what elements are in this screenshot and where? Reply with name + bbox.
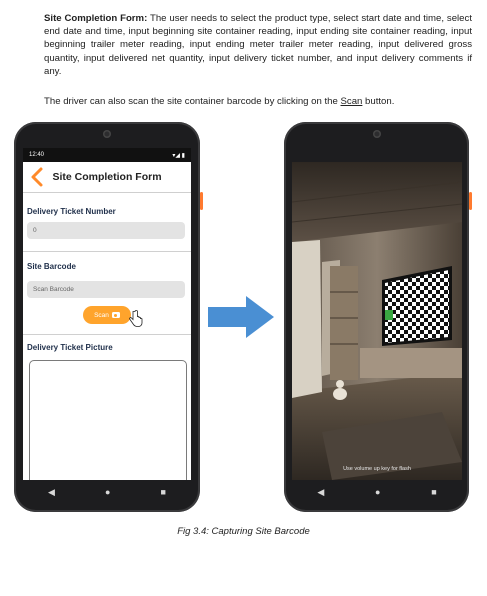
phone-camera-icon [103,130,111,138]
divider [23,334,191,335]
ticket-number-label: Delivery Ticket Number [27,207,116,216]
power-button [469,192,472,210]
app-bar: Site Completion Form [23,162,191,193]
phone-camera-mockup: Use volume up key for flash ◀ ● ■ [284,122,472,512]
figure-caption: Fig 3.4: Capturing Site Barcode [177,526,310,537]
scan-note-before: The driver can also scan the site contai… [44,96,341,107]
ticket-picture-box[interactable] [29,360,187,480]
status-bar: 12:40 ▾◢ ▮ [23,148,191,162]
nav-bar: ◀ ● ■ [292,480,462,504]
camera-scene-image [292,162,462,480]
ticket-picture-label: Delivery Ticket Picture [27,343,113,352]
nav-back-icon[interactable]: ◀ [48,487,55,498]
nav-recents-icon[interactable]: ■ [431,487,436,497]
scan-button-label: Scan [94,311,109,319]
phone-camera-icon [372,130,381,138]
divider [23,251,191,252]
form-screen: 12:40 ▾◢ ▮ Site Completion Form Delivery… [23,148,191,480]
flash-hint: Use volume up key for flash [343,466,411,472]
nav-recents-icon[interactable]: ■ [161,487,166,497]
camera-viewfinder: Use volume up key for flash [292,162,462,480]
scan-note: The driver can also scan the site contai… [44,96,464,107]
scan-note-link: Scan [340,96,363,107]
right-arrow-icon [208,296,274,338]
scan-button[interactable]: Scan [83,306,143,327]
nav-bar: ◀ ● ■ [23,480,191,504]
intro-paragraph: Site Completion Form: The user needs to … [44,12,472,78]
phone-form-mockup: 12:40 ▾◢ ▮ Site Completion Form Delivery… [14,122,203,512]
back-chevron-icon[interactable] [29,166,45,188]
status-time: 12:40 [29,152,45,158]
camera-icon [111,312,120,318]
intro-heading: Site Completion Form: [44,13,148,24]
nav-back-icon[interactable]: ◀ [317,487,324,498]
site-barcode-label: Site Barcode [27,262,76,271]
site-barcode-input[interactable]: Scan Barcode [27,281,185,298]
scan-note-after: button. [362,96,395,107]
pointer-hand-icon [129,310,143,327]
nav-home-icon[interactable]: ● [375,487,380,497]
page-title: Site Completion Form [52,171,162,183]
ticket-number-input[interactable]: 0 [27,222,185,239]
nav-home-icon[interactable]: ● [105,487,110,497]
power-button [200,192,203,210]
status-icons: ▾◢ ▮ [172,152,185,159]
